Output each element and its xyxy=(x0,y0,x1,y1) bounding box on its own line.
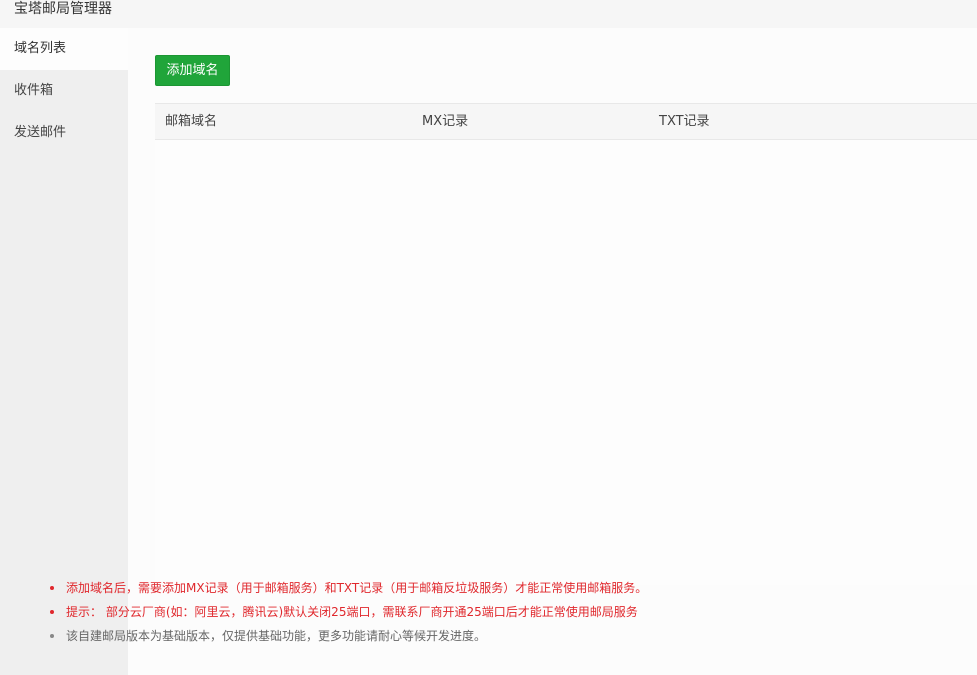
bullet-icon xyxy=(50,610,54,614)
tips-list: 添加域名后，需要添加MX记录（用于邮箱服务）和TXT记录（用于邮箱反垃圾服务）才… xyxy=(48,576,838,648)
tip-text: 该自建邮局版本为基础版本，仅提供基础功能，更多功能请耐心等候开发进度。 xyxy=(66,629,487,643)
tip-item: 提示： 部分云厂商(如：阿里云，腾讯云)默认关闭25端口，需联系厂商开通25端口… xyxy=(48,600,838,624)
tip-text: 提示： 部分云厂商(如：阿里云，腾讯云)默认关闭25端口，需联系厂商开通25端口… xyxy=(66,605,638,619)
tip-text: 添加域名后，需要添加MX记录（用于邮箱服务）和TXT记录（用于邮箱反垃圾服务）才… xyxy=(66,581,648,595)
column-header-mx: MX记录 xyxy=(422,114,469,129)
window-title: 宝塔邮局管理器 xyxy=(14,1,112,17)
sidebar-item-label: 域名列表 xyxy=(14,41,67,56)
tip-item: 该自建邮局版本为基础版本，仅提供基础功能，更多功能请耐心等候开发进度。 xyxy=(48,624,838,648)
domain-table-body xyxy=(155,140,977,585)
domain-table-header: 邮箱域名 MX记录 TXT记录 xyxy=(155,103,977,140)
sidebar-item-label: 收件箱 xyxy=(14,83,54,98)
bullet-icon xyxy=(50,586,54,590)
sidebar-item-inbox[interactable]: 收件箱 xyxy=(0,70,128,112)
column-header-domain: 邮箱域名 xyxy=(165,114,218,129)
sidebar-item-label: 发送邮件 xyxy=(14,125,67,140)
bullet-icon xyxy=(50,634,54,638)
add-domain-button[interactable]: 添加域名 xyxy=(155,55,230,86)
sidebar-item-domain-list[interactable]: 域名列表 xyxy=(0,28,128,70)
sidebar-item-send-mail[interactable]: 发送邮件 xyxy=(0,112,128,154)
column-header-txt: TXT记录 xyxy=(659,114,710,129)
tip-item: 添加域名后，需要添加MX记录（用于邮箱服务）和TXT记录（用于邮箱反垃圾服务）才… xyxy=(48,576,838,600)
title-bar: 宝塔邮局管理器 xyxy=(0,0,977,29)
